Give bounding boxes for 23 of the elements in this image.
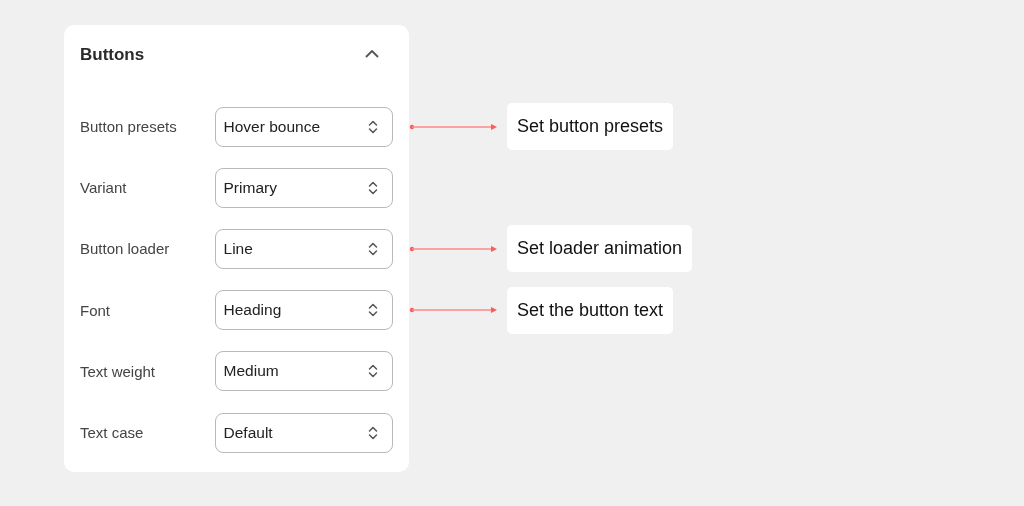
select-field[interactable]: Hover bounce: [214, 106, 393, 147]
updown-chevron-icon: [368, 118, 378, 135]
select-field[interactable]: Primary: [214, 167, 393, 208]
field-label: Button loader: [80, 240, 171, 258]
select-field[interactable]: Default: [214, 412, 393, 453]
field-label: Text weight: [80, 362, 157, 380]
select-field[interactable]: Heading: [214, 290, 393, 331]
annotation-note: Set the button text: [507, 286, 674, 334]
field-label: Font: [80, 301, 111, 319]
panel-title: Buttons: [80, 45, 145, 65]
updown-chevron-icon: [368, 302, 378, 319]
chevron-up-icon: [365, 49, 379, 58]
annotation-note: Set button presets: [507, 103, 674, 151]
annotation-note: Set loader animation: [507, 225, 693, 273]
updown-chevron-icon: [368, 179, 378, 196]
updown-chevron-icon: [368, 363, 378, 380]
field-label: Text case: [80, 424, 145, 442]
updown-chevron-icon: [368, 424, 378, 441]
field-label: Button presets: [80, 118, 178, 136]
select-field[interactable]: Line: [214, 228, 393, 269]
select-field[interactable]: Medium: [214, 351, 393, 392]
updown-chevron-icon: [368, 240, 378, 257]
field-label: Variant: [80, 179, 128, 197]
